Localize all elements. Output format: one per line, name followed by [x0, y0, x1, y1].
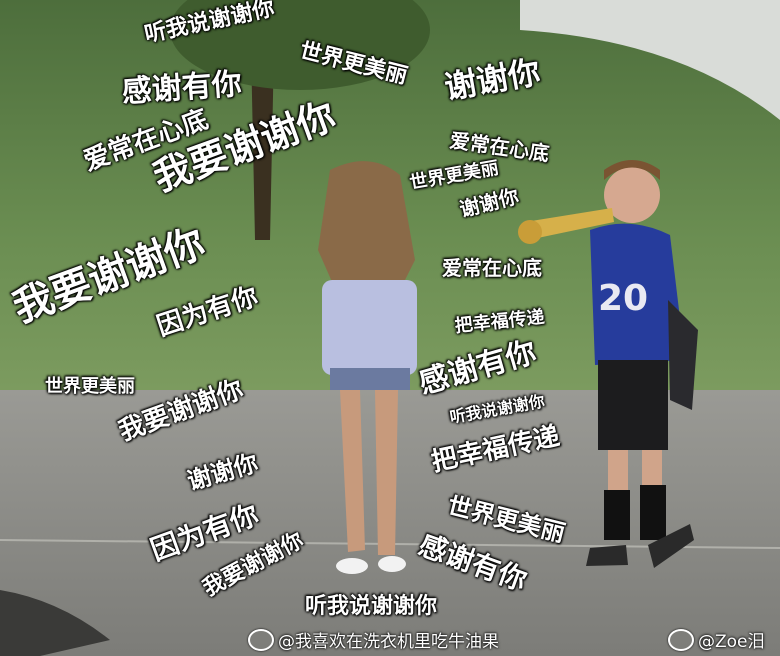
caption-text: 爱常在心底 [442, 256, 542, 280]
caption-text: 感谢有你 [120, 66, 243, 110]
caption-text: 听我说谢谢你 [305, 594, 438, 619]
watermark-right: @Zoe汨 [668, 627, 765, 652]
caption-text: 世界更美丽 [45, 376, 135, 397]
weibo-logo-icon [248, 628, 274, 651]
watermark-left-text: @我喜欢在洗衣机里吃牛油果 [278, 632, 499, 652]
watermark-left: @我喜欢在洗衣机里吃牛油果 [248, 627, 499, 652]
svg-text:20: 20 [598, 278, 648, 319]
meme-photo: 20 听我说谢谢你 世界更美丽 感谢有你 谢谢你 爱常在心底 我要谢谢你 爱常在… [0, 0, 780, 656]
watermark-right-text: @Zoe汨 [698, 632, 765, 652]
weibo-logo-icon [668, 628, 694, 651]
photo-background: 20 [0, 0, 780, 656]
